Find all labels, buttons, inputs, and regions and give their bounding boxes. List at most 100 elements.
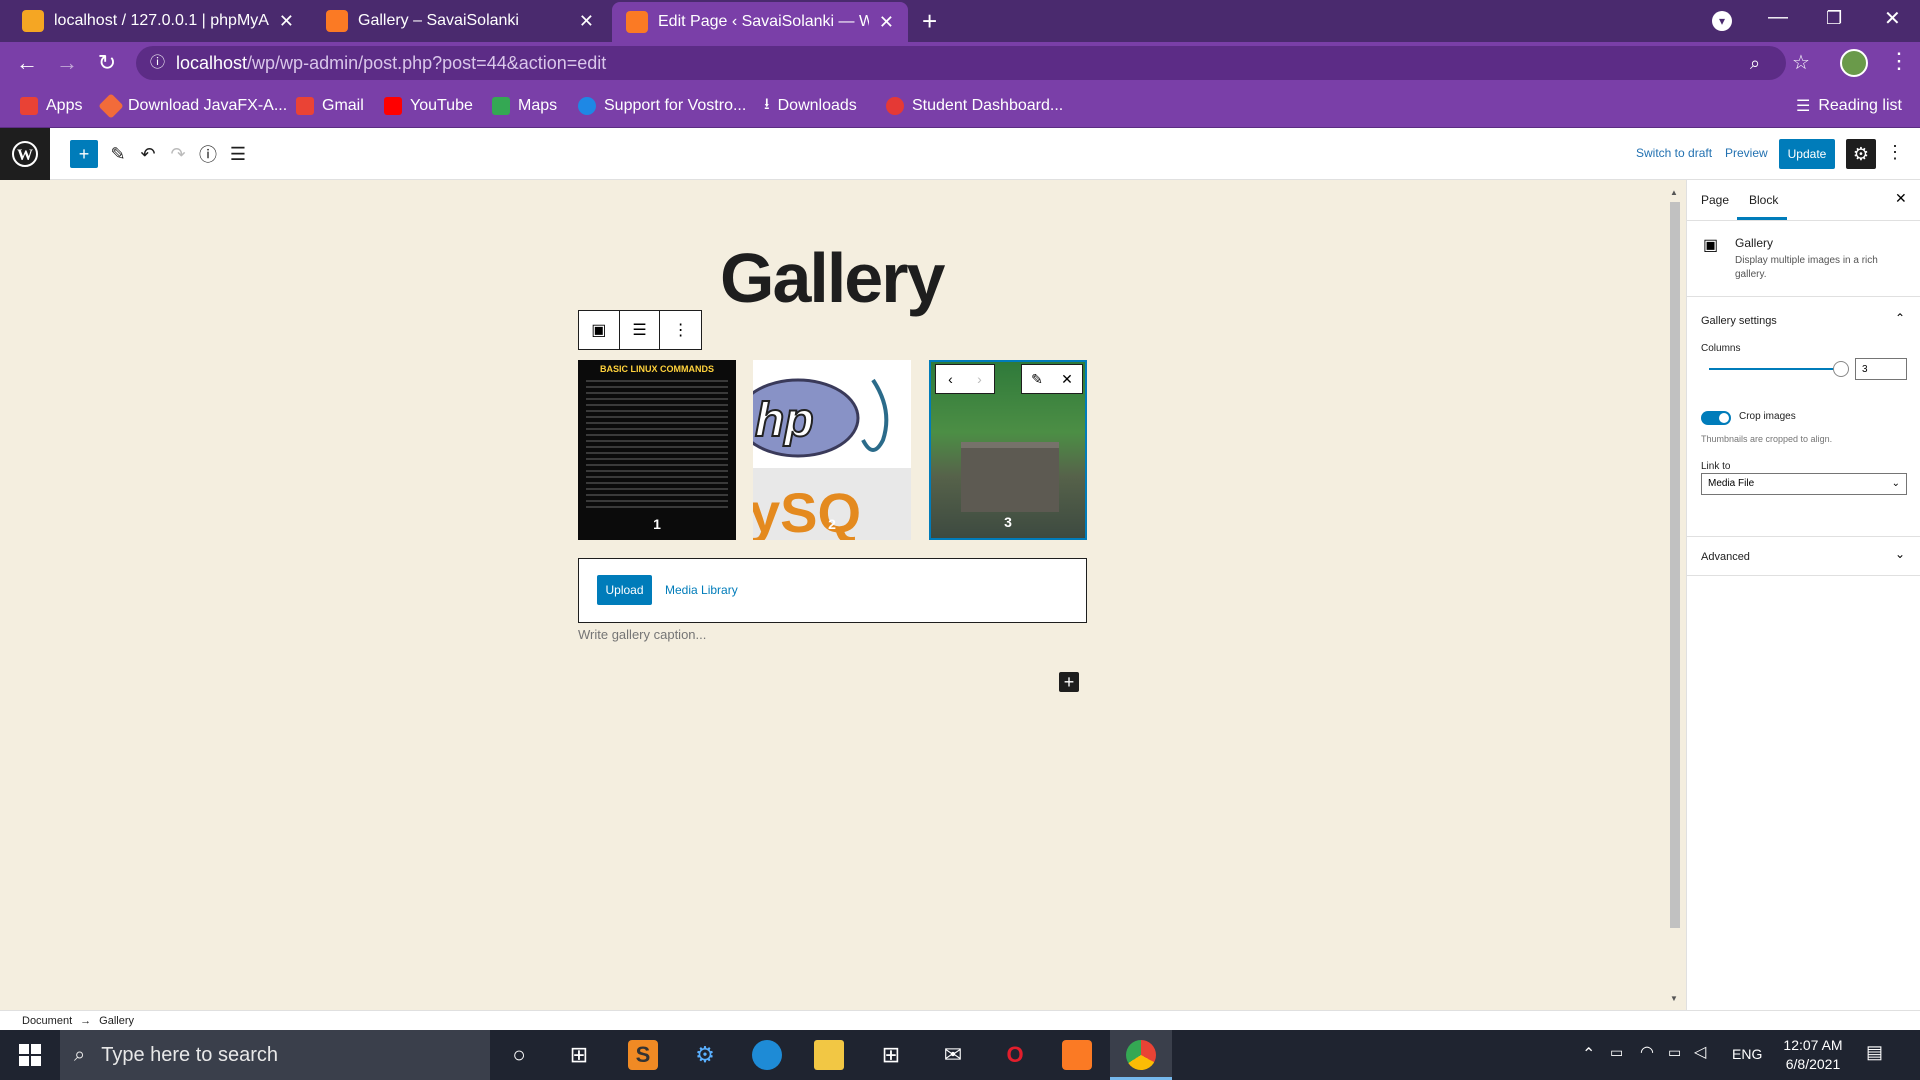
gallery-image-temple[interactable]: ‹ › ✎ ✕ 3 bbox=[929, 360, 1087, 540]
window-close-icon[interactable]: ✕ bbox=[1884, 6, 1901, 31]
link-to-select[interactable]: Media File ⌄ bbox=[1701, 473, 1907, 495]
bookmark-gmail[interactable]: Gmail bbox=[296, 84, 364, 128]
mail-icon[interactable]: ✉ bbox=[938, 1040, 968, 1070]
bookmark-star-icon[interactable]: ☆ bbox=[1792, 50, 1810, 75]
update-button[interactable]: Update bbox=[1779, 139, 1835, 169]
gallery-caption-input[interactable]: Write gallery caption... bbox=[578, 627, 706, 642]
back-icon[interactable]: ← bbox=[12, 48, 42, 78]
minimize-icon[interactable]: — bbox=[1768, 6, 1788, 29]
advanced-panel[interactable]: Advanced ⌄ bbox=[1687, 536, 1920, 576]
student-dashboard-icon bbox=[886, 97, 904, 115]
scroll-down-icon[interactable]: ▼ bbox=[1670, 994, 1678, 1003]
columns-slider-track[interactable] bbox=[1709, 368, 1841, 370]
media-library-button[interactable]: Media Library bbox=[665, 583, 738, 597]
gallery-image-linux-commands[interactable]: BASIC LINUX COMMANDS 1 bbox=[578, 360, 736, 540]
bookmark-apps[interactable]: Apps bbox=[20, 84, 82, 128]
switch-to-draft-button[interactable]: Switch to draft bbox=[1636, 146, 1712, 160]
url-input[interactable]: ⓘ localhost/wp/wp-admin/post.php?post=44… bbox=[136, 46, 1786, 80]
gallery-block-icon[interactable]: ▣ bbox=[579, 311, 620, 349]
windows-start-icon[interactable] bbox=[15, 1040, 45, 1070]
preview-button[interactable]: Preview bbox=[1725, 146, 1768, 160]
gallery-image-php-mysql[interactable]: hp ySQ 2 bbox=[753, 360, 911, 540]
opera-icon[interactable]: O bbox=[1000, 1040, 1030, 1070]
file-explorer-icon[interactable] bbox=[814, 1040, 844, 1070]
browser-tab-edit-page[interactable]: Edit Page ‹ SavaiSolanki — Word ✕ bbox=[612, 2, 908, 42]
chevron-down-icon[interactable]: ⌄ bbox=[1895, 547, 1905, 561]
close-sidebar-icon[interactable]: ✕ bbox=[1895, 190, 1907, 207]
clock[interactable]: 12:07 AM 6/8/2021 bbox=[1782, 1036, 1844, 1074]
upload-button[interactable]: Upload bbox=[597, 575, 652, 605]
reading-list-button[interactable]: ☰ Reading list bbox=[1796, 84, 1902, 128]
advanced-toggle[interactable]: Advanced bbox=[1701, 551, 1750, 563]
tab-page[interactable]: Page bbox=[1701, 193, 1729, 207]
task-view-icon[interactable]: ⊞ bbox=[564, 1040, 594, 1070]
site-info-icon[interactable]: ⓘ bbox=[150, 46, 165, 80]
remove-image-icon[interactable]: ✕ bbox=[1061, 371, 1073, 388]
move-right-icon[interactable]: › bbox=[977, 371, 982, 387]
search-placeholder: Type here to search bbox=[101, 1043, 278, 1066]
bookmark-student-dashboard[interactable]: Student Dashboard... bbox=[886, 84, 1063, 128]
notifications-icon[interactable]: ▤ bbox=[1866, 1042, 1883, 1063]
new-tab-button[interactable]: + bbox=[922, 6, 937, 37]
apps-grid-icon bbox=[20, 97, 38, 115]
block-more-options-icon[interactable]: ⋮ bbox=[660, 311, 701, 349]
tab-search-icon[interactable]: ▾ bbox=[1712, 11, 1732, 31]
settings-gear-icon[interactable]: ⚙ bbox=[1846, 139, 1876, 169]
columns-input[interactable] bbox=[1855, 358, 1907, 380]
cortana-icon[interactable]: ○ bbox=[504, 1040, 534, 1070]
wifi-icon[interactable]: ◠ bbox=[1640, 1042, 1654, 1062]
edge-icon[interactable] bbox=[752, 1040, 782, 1070]
breadcrumb-document[interactable]: Document bbox=[22, 1015, 72, 1027]
breadcrumb-gallery[interactable]: Gallery bbox=[99, 1015, 134, 1027]
edit-tools-icon[interactable]: ✎ bbox=[104, 140, 132, 168]
add-block-button[interactable]: + bbox=[70, 140, 98, 168]
forward-icon[interactable]: → bbox=[52, 48, 82, 78]
volume-icon[interactable]: ◁ bbox=[1694, 1042, 1706, 1062]
browser-tab-phpmyadmin[interactable]: localhost / 127.0.0.1 | phpMyAdm ✕ bbox=[8, 0, 308, 42]
language-indicator[interactable]: ENG bbox=[1732, 1046, 1762, 1062]
page-title[interactable]: Gallery bbox=[720, 238, 945, 318]
inline-add-block-button[interactable]: + bbox=[1059, 672, 1079, 692]
reload-icon[interactable]: ↻ bbox=[92, 48, 122, 78]
breadcrumb: Document → Gallery bbox=[0, 1010, 1920, 1030]
options-menu-icon[interactable]: ⋮ bbox=[1886, 142, 1904, 163]
store-icon[interactable]: ⊞ bbox=[876, 1040, 906, 1070]
bookmark-support-vostro[interactable]: Support for Vostro... bbox=[578, 84, 746, 128]
bookmark-maps[interactable]: Maps bbox=[492, 84, 557, 128]
chevron-up-icon[interactable]: ⌃ bbox=[1895, 311, 1905, 325]
align-icon[interactable]: ☰ bbox=[620, 311, 661, 349]
taskbar-search-input[interactable]: ⌕ Type here to search bbox=[60, 1030, 490, 1080]
browser-tab-gallery[interactable]: Gallery – SavaiSolanki ✕ bbox=[312, 0, 608, 42]
restore-icon[interactable]: ❐ bbox=[1826, 8, 1842, 29]
details-info-icon[interactable]: ⓘ bbox=[194, 140, 222, 168]
list-view-icon[interactable]: ☰ bbox=[224, 140, 252, 168]
scrollbar-thumb[interactable] bbox=[1670, 202, 1680, 928]
gallery-settings-toggle[interactable]: Gallery settings bbox=[1701, 315, 1777, 327]
xampp-icon[interactable] bbox=[1062, 1040, 1092, 1070]
profile-avatar[interactable] bbox=[1840, 49, 1868, 77]
bookmark-youtube[interactable]: YouTube bbox=[384, 84, 473, 128]
battery-icon[interactable]: ▭ bbox=[1668, 1044, 1681, 1061]
crop-images-toggle[interactable] bbox=[1701, 411, 1731, 425]
wordpress-logo-icon[interactable]: W bbox=[0, 128, 50, 180]
undo-icon[interactable]: ↶ bbox=[134, 140, 162, 168]
close-icon[interactable]: ✕ bbox=[879, 12, 894, 33]
columns-slider-handle[interactable] bbox=[1833, 361, 1849, 377]
scroll-up-icon[interactable]: ▲ bbox=[1670, 188, 1678, 197]
close-icon[interactable]: ✕ bbox=[279, 11, 294, 32]
meet-now-icon[interactable]: ▭ bbox=[1610, 1044, 1623, 1061]
show-hidden-icons-icon[interactable]: ⌃ bbox=[1582, 1044, 1595, 1064]
edit-pencil-icon[interactable]: ✎ bbox=[1031, 371, 1043, 388]
close-icon[interactable]: ✕ bbox=[579, 11, 594, 32]
browser-menu-icon[interactable]: ⋮ bbox=[1888, 48, 1910, 74]
chrome-taskbar-button[interactable] bbox=[1110, 1030, 1172, 1080]
tab-block[interactable]: Block bbox=[1749, 193, 1778, 207]
image-move-controls: ‹ › bbox=[935, 364, 995, 394]
move-left-icon[interactable]: ‹ bbox=[948, 371, 953, 387]
redo-icon[interactable]: ↷ bbox=[164, 140, 192, 168]
bookmark-javafx[interactable]: Download JavaFX-A... bbox=[98, 84, 287, 128]
zoom-icon[interactable]: ⌕ bbox=[1750, 46, 1760, 80]
settings-app-icon[interactable]: ⚙ bbox=[690, 1040, 720, 1070]
sublime-text-icon[interactable]: S bbox=[628, 1040, 658, 1070]
bookmark-downloads[interactable]: ⭳ Downloads bbox=[764, 84, 857, 128]
